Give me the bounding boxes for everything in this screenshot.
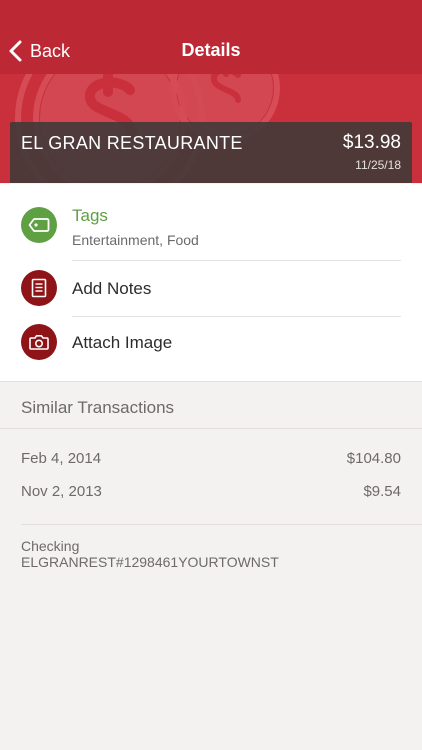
similar-transaction-amount: $9.54	[363, 483, 401, 500]
transaction-date: 11/25/18	[355, 158, 401, 172]
section-divider	[0, 428, 422, 429]
merchant-summary-bar: EL GRAN RESTAURANTE $13.98 11/25/18	[10, 122, 412, 183]
similar-transaction-date: Feb 4, 2014	[21, 450, 102, 467]
account-info: Checking ELGRANREST#1298461YOURTOWNST	[21, 538, 279, 570]
section-divider	[21, 524, 422, 525]
similar-transaction-row[interactable]: Nov 2, 2013 $9.54	[21, 483, 401, 505]
similar-transactions-heading: Similar Transactions	[21, 398, 175, 417]
similar-transaction-amount: $104.80	[346, 450, 401, 467]
transaction-description: ELGRANREST#1298461YOURTOWNST	[21, 554, 279, 570]
tag-icon	[21, 207, 57, 243]
similar-transaction-row[interactable]: Feb 4, 2014 $104.80	[21, 450, 401, 472]
page-title: Details	[181, 40, 241, 60]
transaction-actions-list: Tags Entertainment, Food Add Notes Attac…	[0, 184, 422, 382]
camera-icon	[21, 324, 57, 360]
add-notes-row[interactable]: Add Notes	[0, 260, 422, 316]
merchant-name: EL GRAN RESTAURANTE	[21, 133, 243, 153]
add-notes-label: Add Notes	[72, 279, 152, 298]
tags-value: Entertainment, Food	[72, 232, 199, 248]
notes-icon	[21, 270, 57, 306]
transaction-amount: $13.98	[342, 132, 401, 153]
header-banner: Back Details EL GRAN RESTAURANTE $13.98 …	[0, 0, 422, 183]
tags-label: Tags	[72, 206, 108, 225]
tags-row[interactable]: Tags Entertainment, Food	[0, 196, 422, 264]
account-name: Checking	[21, 538, 80, 554]
attach-image-row[interactable]: Attach Image	[0, 316, 422, 372]
navigation-bar: Back Details	[0, 0, 422, 74]
similar-transaction-date: Nov 2, 2013	[21, 483, 102, 500]
attach-image-label: Attach Image	[72, 333, 173, 352]
